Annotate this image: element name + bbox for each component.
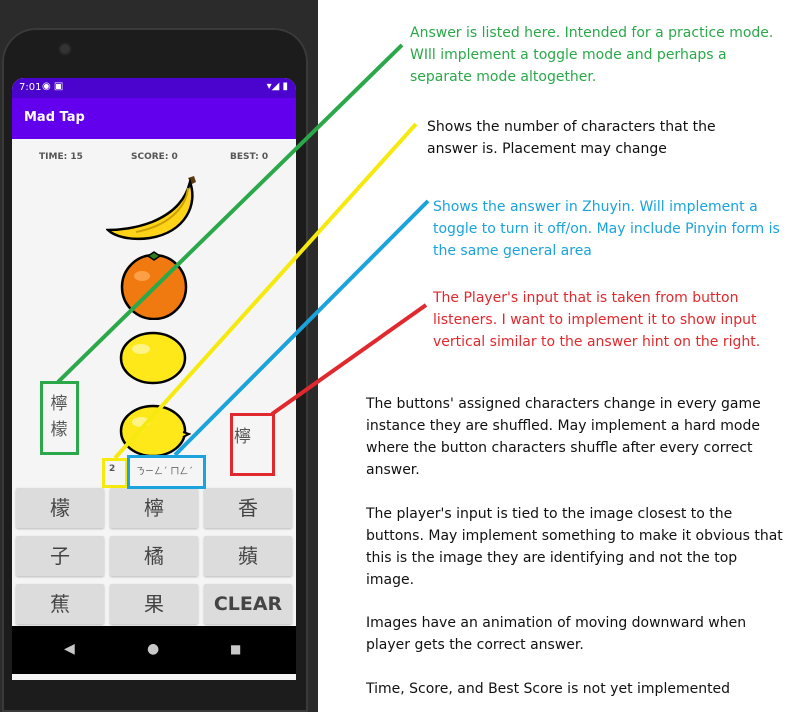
annotation-count: Shows the number of characters that the … <box>427 119 716 157</box>
annotation-zhuyin: Shows the answer in Zhuyin. Will impleme… <box>433 199 780 259</box>
note-input: The player's input is tied to the image … <box>366 506 783 588</box>
note-images: Images have an animation of moving downw… <box>366 615 747 653</box>
annotation-input: The Player's input that is taken from bu… <box>433 290 761 350</box>
annotation-lines <box>56 43 430 460</box>
note-todo: Time, Score, and Best Score is not yet i… <box>366 681 731 697</box>
annotation-answer: Answer is listed here. Intended for a pr… <box>410 25 774 85</box>
note-buttons: The buttons' assigned characters change … <box>366 396 761 478</box>
